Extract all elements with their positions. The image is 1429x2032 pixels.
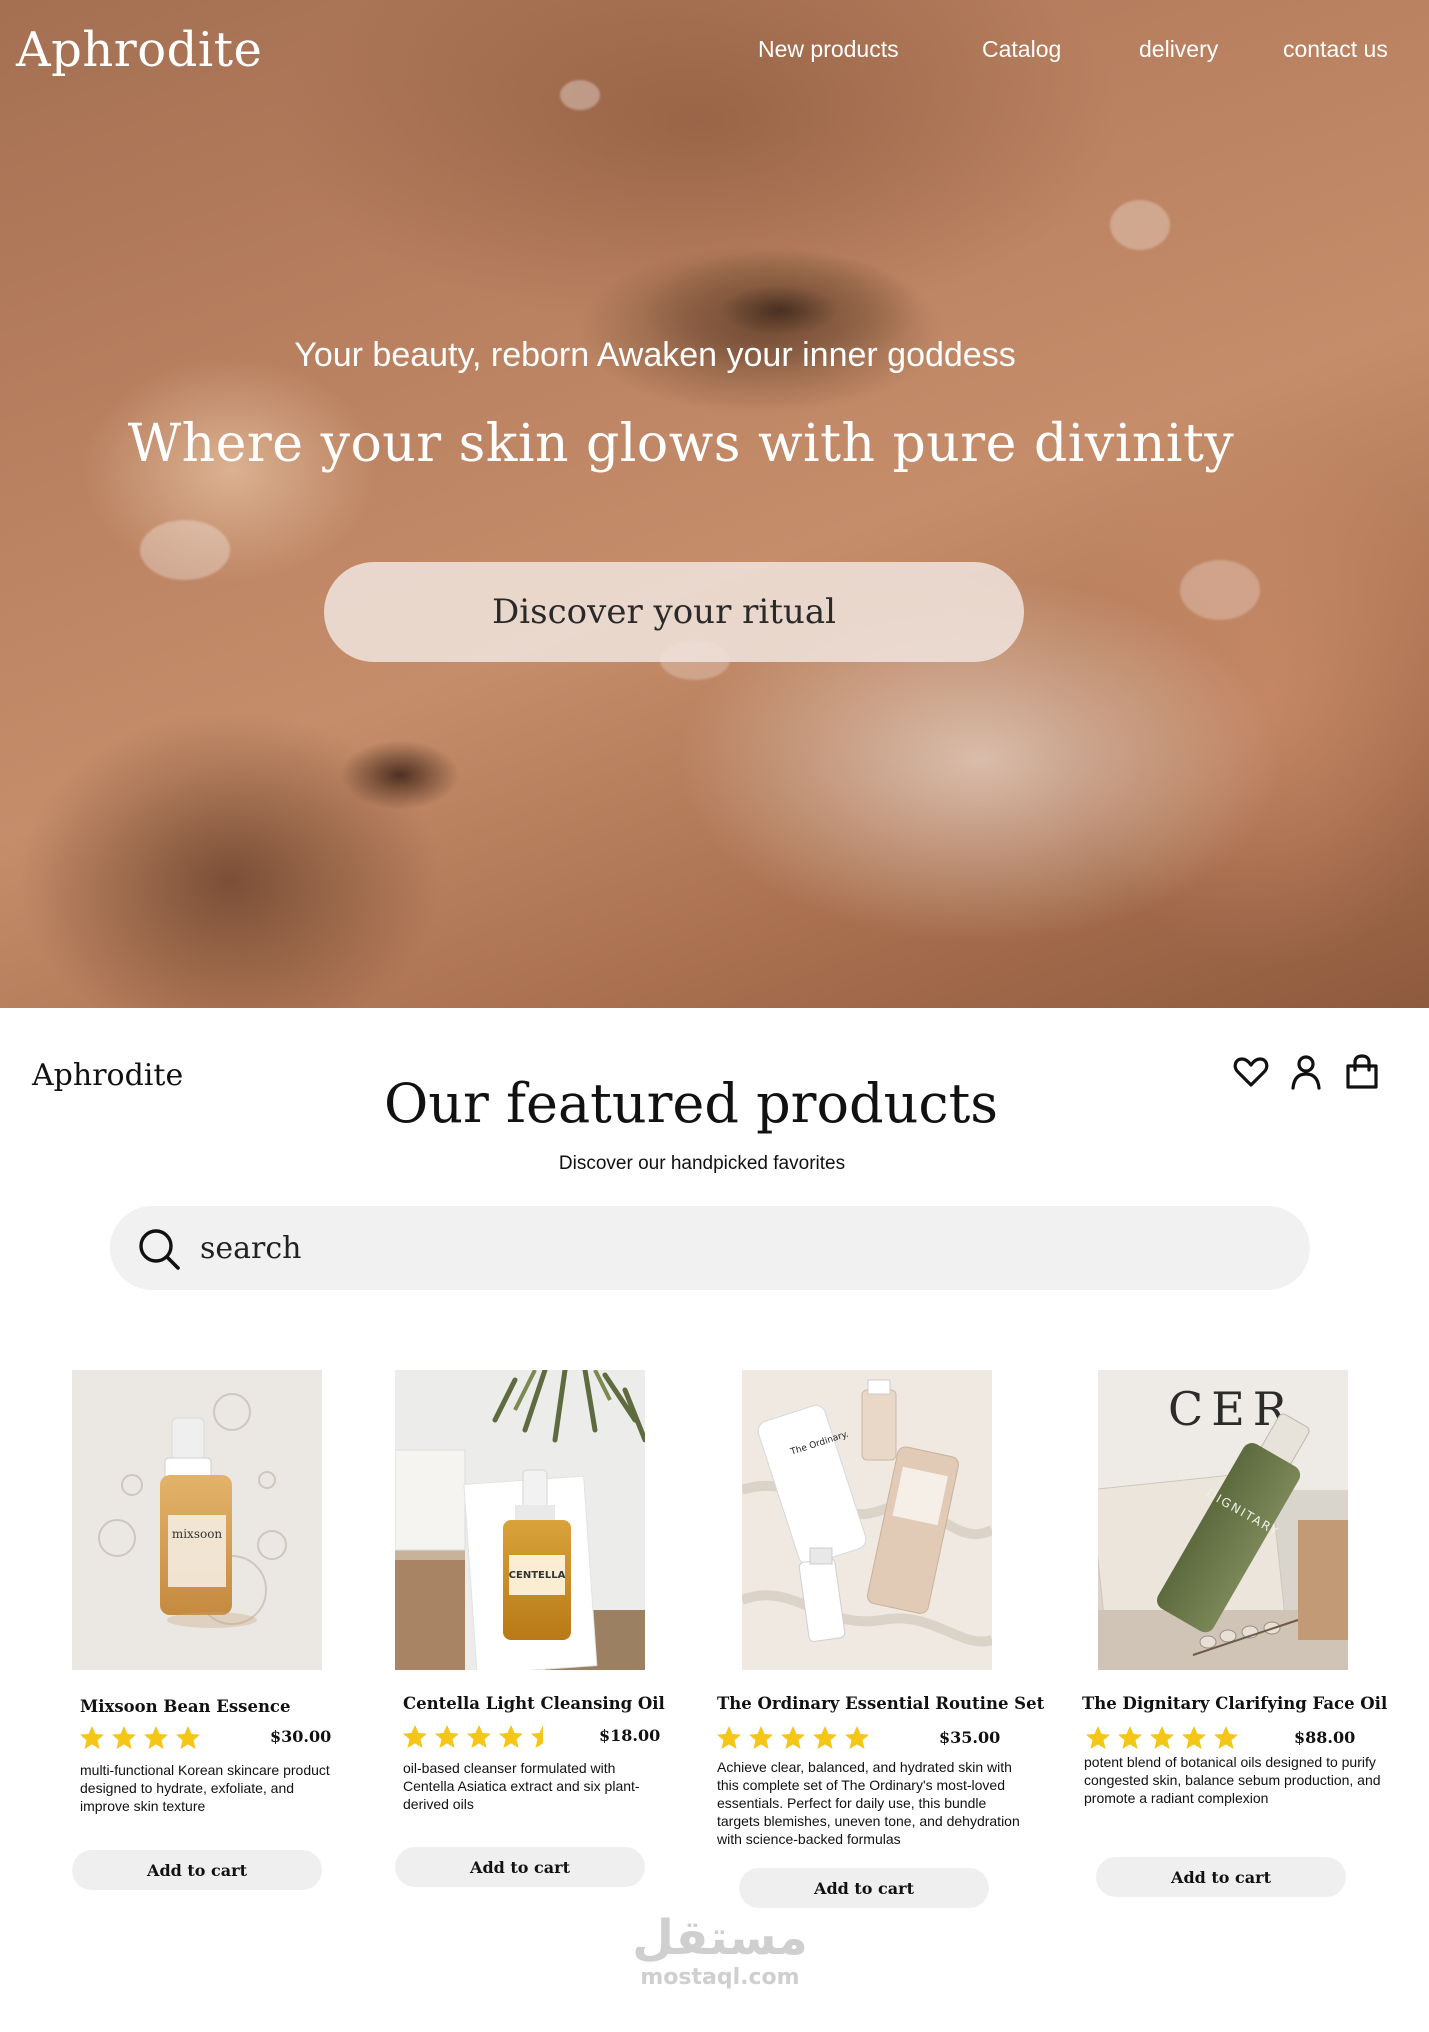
rating-stars: [715, 1724, 871, 1752]
product-image-ordinary[interactable]: The Ordinary.: [742, 1370, 992, 1670]
product-description: oil-based cleanser formulated with Cente…: [403, 1760, 640, 1812]
star-icon: [813, 1726, 837, 1749]
add-to-cart-button[interactable]: Add to cart: [395, 1847, 645, 1887]
rating-stars: [1084, 1724, 1240, 1752]
discover-ritual-button[interactable]: Discover your ritual: [324, 562, 1024, 662]
product-name[interactable]: Centella Light Cleansing Oil: [403, 1694, 665, 1713]
hero-highlight: [1180, 560, 1260, 620]
star-icon: [781, 1726, 805, 1749]
hero-highlight: [560, 80, 600, 110]
nav-catalog[interactable]: Catalog: [982, 36, 1061, 63]
product-price: $30.00: [270, 1727, 332, 1746]
search-bar[interactable]: [110, 1206, 1310, 1290]
star-icon: [499, 1725, 523, 1748]
add-to-cart-button[interactable]: Add to cart: [739, 1868, 989, 1908]
product-description: multi-functional Korean skincare product…: [80, 1762, 330, 1814]
star-icon: [1182, 1726, 1206, 1749]
watermark-arabic: مستقل: [632, 1910, 808, 1966]
star-icon: [403, 1725, 427, 1748]
star-icon: [749, 1726, 773, 1749]
add-to-cart-button[interactable]: Add to cart: [72, 1850, 322, 1890]
mostaql-watermark: مستقل mostaql.com: [620, 1910, 820, 1990]
hero-banner: Aphrodite New products Catalog delivery …: [0, 0, 1429, 1008]
mixsoon-bottle-label: mixsoon: [172, 1527, 223, 1541]
hero-tagline: Your beauty, reborn Awaken your inner go…: [294, 336, 1016, 374]
main-nav: New products Catalog delivery contact us: [0, 36, 1429, 66]
star-icon: [1086, 1726, 1110, 1749]
star-icon: [112, 1726, 136, 1749]
featured-subtitle: Discover our handpicked favorites: [558, 1153, 846, 1174]
star-icon: [467, 1725, 491, 1748]
hero-highlight: [1110, 200, 1170, 250]
star-icon: [435, 1725, 459, 1748]
search-input[interactable]: [200, 1222, 1280, 1274]
product-name[interactable]: Mixsoon Bean Essence: [80, 1697, 290, 1716]
star-icon: [176, 1726, 200, 1749]
nav-delivery[interactable]: delivery: [1139, 36, 1218, 63]
add-to-cart-button[interactable]: Add to cart: [1096, 1857, 1346, 1897]
product-price: $18.00: [599, 1726, 661, 1745]
hero-highlight: [140, 520, 230, 580]
star-icon: [717, 1726, 741, 1749]
watermark-latin: mostaql.com: [640, 1965, 800, 1990]
product-description: potent blend of botanical oils designed …: [1084, 1754, 1381, 1806]
star-icon: [845, 1726, 869, 1749]
rating-stars: [401, 1723, 557, 1751]
star-icon: [1150, 1726, 1174, 1749]
hero-nose-shadow: [340, 740, 460, 810]
nav-new-products[interactable]: New products: [758, 36, 899, 63]
hero-headline: Where your skin glows with pure divinity: [127, 414, 1235, 474]
product-image-dignitary[interactable]: CER DIGNITARY: [1098, 1370, 1348, 1670]
featured-title: Our featured products: [383, 1072, 999, 1135]
product-image-centella[interactable]: CENTELLA: [395, 1370, 645, 1670]
star-icon: [1118, 1726, 1142, 1749]
rating-stars: [78, 1724, 202, 1752]
product-name[interactable]: The Dignitary Clarifying Face Oil: [1082, 1694, 1387, 1713]
star-icon: [1214, 1726, 1238, 1749]
search-icon[interactable]: [136, 1226, 182, 1272]
star-icon: [144, 1726, 168, 1749]
nav-contact-us[interactable]: contact us: [1283, 36, 1388, 63]
star-icon: [80, 1726, 104, 1749]
product-price: $35.00: [939, 1728, 1001, 1747]
star-icon: [531, 1725, 543, 1748]
product-description: Achieve clear, balanced, and hydrated sk…: [717, 1759, 1020, 1847]
product-price: $88.00: [1294, 1728, 1356, 1747]
product-image-mixsoon[interactable]: mixsoon: [72, 1370, 322, 1670]
product-name[interactable]: The Ordinary Essential Routine Set: [717, 1694, 1044, 1713]
centella-bottle-label: CENTELLA: [509, 1570, 566, 1581]
